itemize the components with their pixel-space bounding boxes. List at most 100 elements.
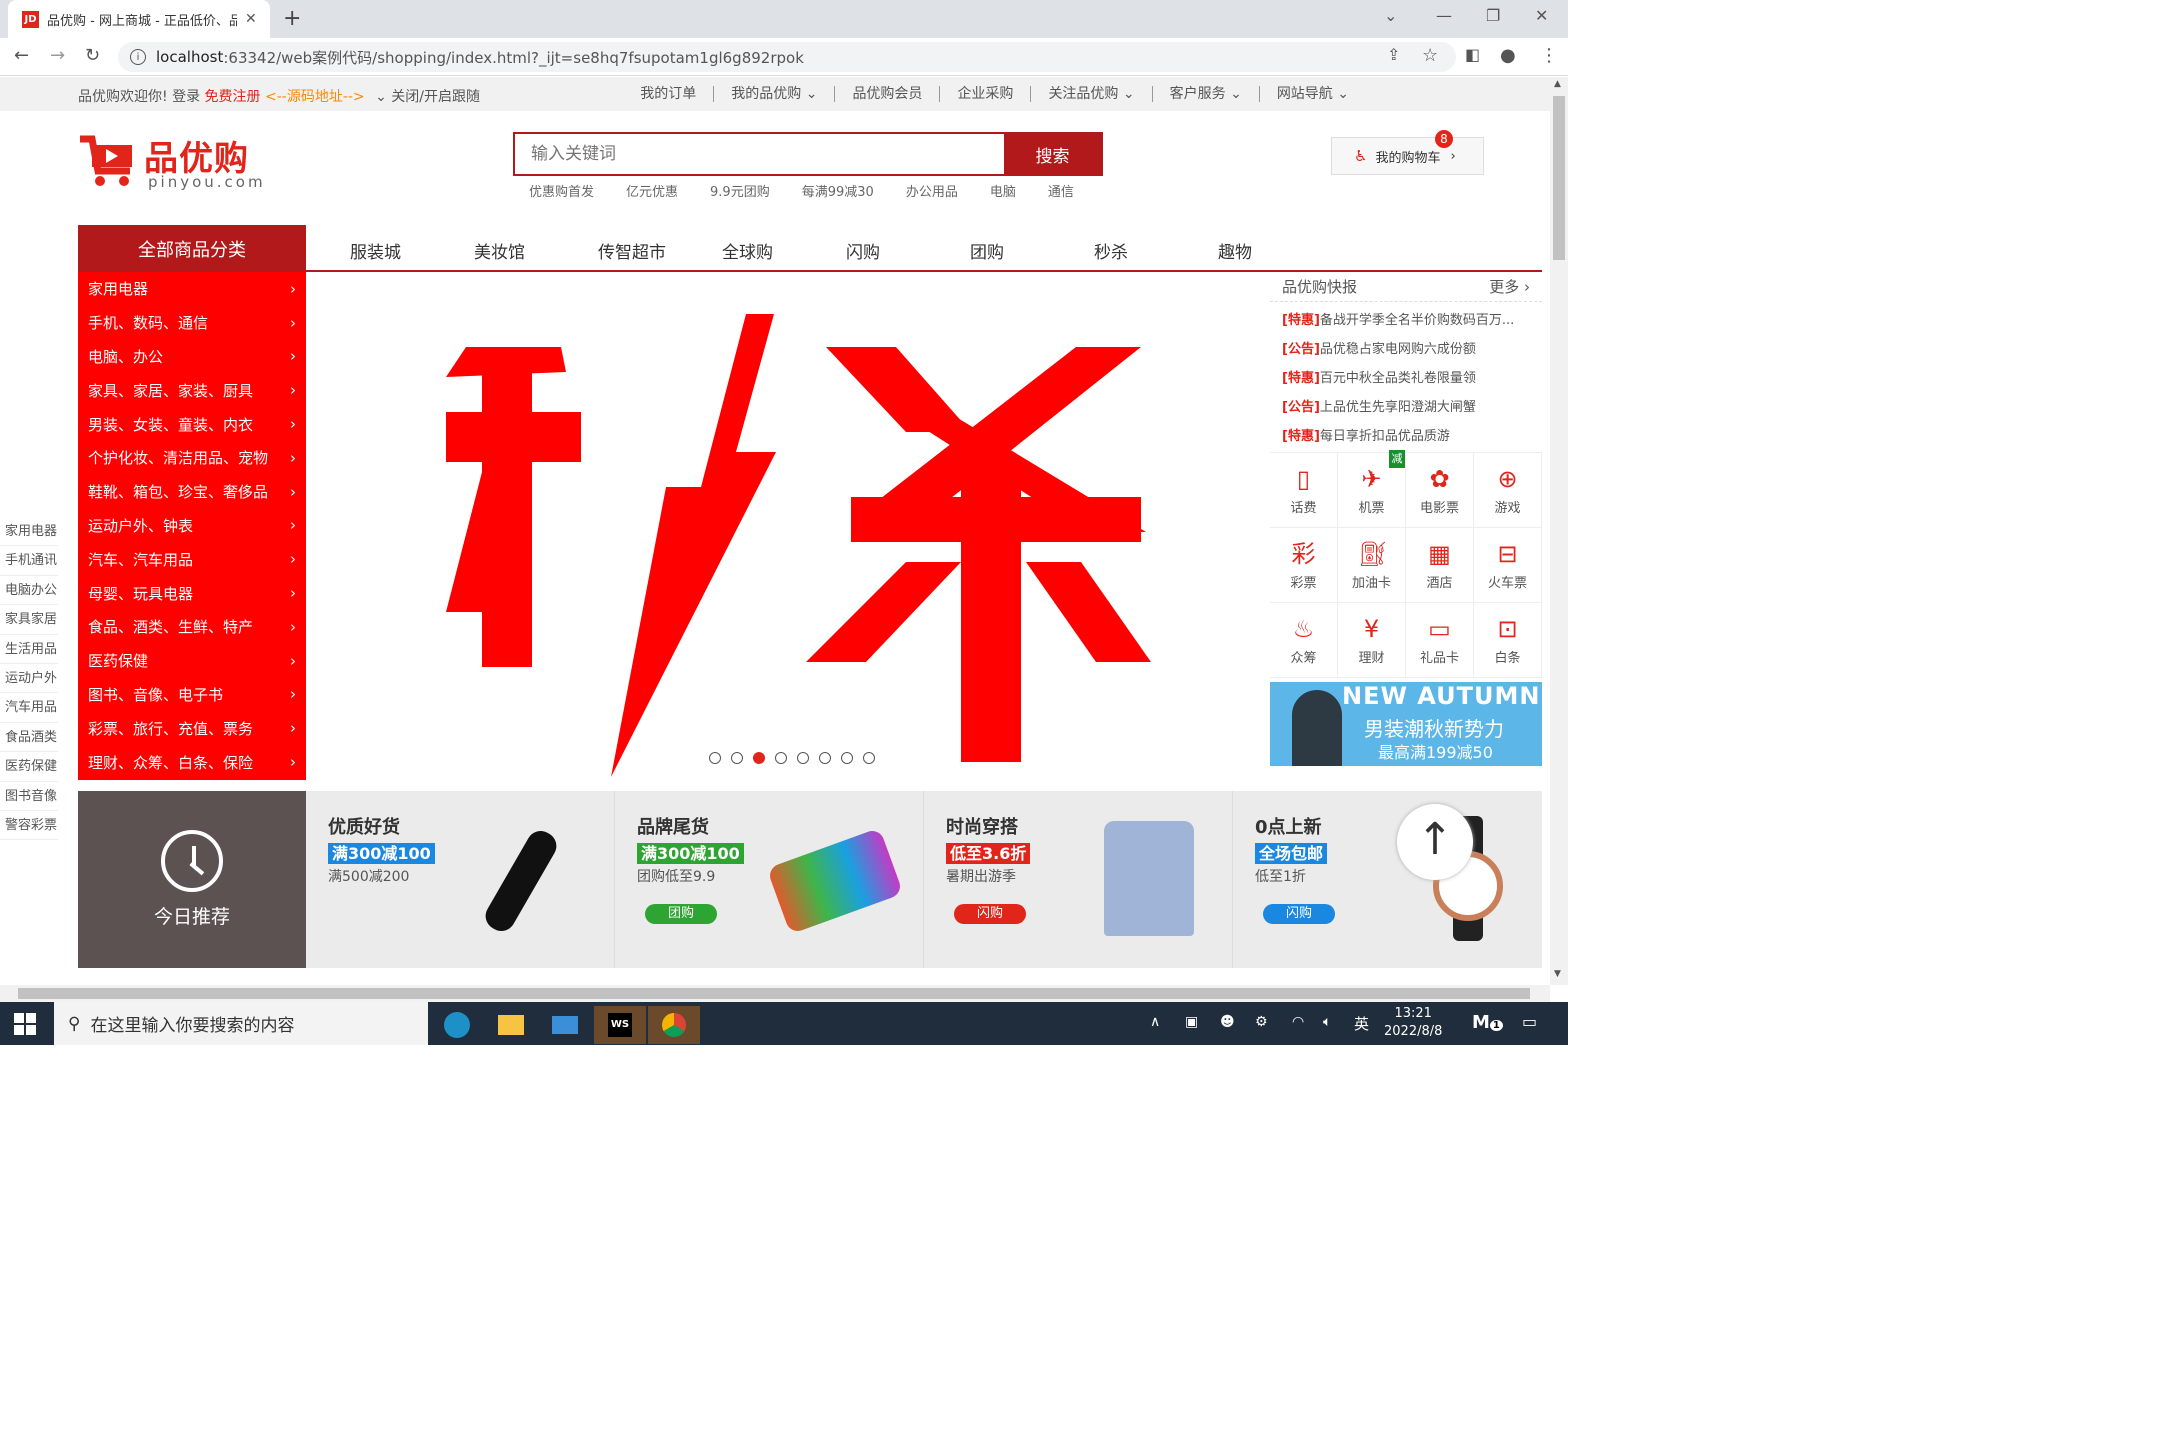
wifi-icon[interactable]: ◠ <box>1292 1014 1304 1030</box>
register-link[interactable]: 免费注册 <box>205 89 261 105</box>
recommend-item[interactable]: 优质好货 满300减100 满500减200 <box>306 791 615 968</box>
floor-nav-item[interactable]: 家用电器 <box>0 517 58 547</box>
link-follow[interactable]: 关注品优购 ⌄ <box>1030 86 1151 102</box>
category-item[interactable]: 鞋靴、箱包、珍宝、奢侈品 › <box>78 475 306 509</box>
taskbar-clock[interactable]: 13:21 2022/8/8 <box>1384 1005 1442 1041</box>
link-service[interactable]: 客户服务 ⌄ <box>1151 86 1259 102</box>
hscroll-thumb[interactable] <box>18 988 1530 999</box>
webstorm-icon[interactable]: WS <box>594 1006 646 1044</box>
recommend-button[interactable]: 闪购 <box>954 904 1026 924</box>
floor-nav-item[interactable]: 食品酒类 <box>0 723 58 753</box>
link-my-orders[interactable]: 我的订单 <box>623 86 713 102</box>
all-categories-button[interactable]: 全部商品分类 <box>78 225 306 272</box>
category-item[interactable]: 医药保健 › <box>78 644 306 678</box>
nav-item[interactable]: 闪购 <box>846 238 970 263</box>
category-item[interactable]: 个护化妆、清洁用品、宠物 › <box>78 441 306 475</box>
tab-search-icon[interactable]: ⌄ <box>1384 6 1397 25</box>
volume-icon[interactable]: 🔈︎ <box>1323 1014 1331 1030</box>
category-item[interactable]: 电脑、办公 › <box>78 340 306 374</box>
nav-item[interactable]: 服装城 <box>350 238 474 263</box>
floor-nav-item[interactable]: 警容彩票 <box>0 811 58 841</box>
windows-start-icon[interactable] <box>14 1013 36 1035</box>
minimize-icon[interactable]: — <box>1436 6 1452 25</box>
carousel-dot[interactable] <box>819 752 831 764</box>
floor-nav-item[interactable]: 电脑办公 <box>0 576 58 606</box>
life-service-item[interactable]: ✿ 电影票 <box>1406 453 1474 528</box>
new-tab-icon[interactable]: + <box>283 6 301 31</box>
scroll-down-icon[interactable]: ▼ <box>1554 969 1561 979</box>
qq-icon[interactable]: ☻ <box>1220 1014 1235 1030</box>
star-icon[interactable]: ☆ <box>1422 45 1438 66</box>
category-item[interactable]: 理财、众筹、白条、保险 › <box>78 745 306 779</box>
profile-icon[interactable]: ● <box>1500 45 1516 66</box>
vertical-scrollbar[interactable]: ▲ ▼ <box>1550 77 1568 985</box>
category-item[interactable]: 运动户外、钟表 › <box>78 509 306 543</box>
hotword[interactable]: 每满99减30 <box>802 181 874 200</box>
nav-item[interactable]: 美妆馆 <box>474 238 598 263</box>
notification-app-icon[interactable]: M1 <box>1472 1012 1503 1033</box>
cart-button[interactable]: ♿ 我的购物车 › 8 <box>1331 130 1484 175</box>
source-link[interactable]: <--源码地址--> <box>265 89 365 105</box>
hotword[interactable]: 办公用品 <box>906 181 958 200</box>
recommend-button[interactable]: 团购 <box>645 904 717 924</box>
floor-nav-item[interactable]: 手机通讯 <box>0 546 58 576</box>
floor-nav-item[interactable]: 运动户外 <box>0 664 58 694</box>
news-item[interactable]: [公告]品优稳占家电网购六成份额 <box>1282 335 1530 364</box>
news-item[interactable]: [特惠]每日享折扣品优品质游 <box>1282 422 1530 451</box>
carousel-dot[interactable] <box>775 752 787 764</box>
floor-nav-item[interactable]: 医药保健 <box>0 752 58 782</box>
follow-toggle[interactable]: 关闭/开启跟随 <box>391 89 480 105</box>
nav-item[interactable]: 传智超市 <box>598 238 722 263</box>
category-item[interactable]: 彩票、旅行、充值、票务 › <box>78 711 306 745</box>
scroll-up-icon[interactable]: ▲ <box>1554 79 1561 89</box>
floor-nav-item[interactable]: 汽车用品 <box>0 693 58 723</box>
carousel-dot[interactable] <box>863 752 875 764</box>
nav-item[interactable]: 趣物 <box>1218 238 1342 263</box>
mail-icon[interactable] <box>539 1006 591 1044</box>
floor-nav-item[interactable]: 家具家居 <box>0 605 58 635</box>
nav-item[interactable]: 团购 <box>970 238 1094 263</box>
hotword[interactable]: 优惠购首发 <box>529 181 594 200</box>
promo-ad[interactable]: NEW AUTUMN 男装潮秋新势力 最高满199减50 <box>1270 682 1542 766</box>
category-item[interactable]: 家具、家居、家装、厨具 › <box>78 373 306 407</box>
hotword[interactable]: 9.9元团购 <box>710 181 770 200</box>
recommend-item[interactable]: 品牌尾货 满300减100 团购低至9.9 团购 <box>615 791 924 968</box>
carousel-dot[interactable] <box>709 752 721 764</box>
close-window-icon[interactable]: ✕ <box>1535 6 1548 25</box>
floor-nav-item[interactable]: 图书音像 <box>0 782 58 811</box>
recommend-item[interactable]: 0点上新 全场包邮 低至1折 闪购 <box>1233 791 1542 968</box>
menu-icon[interactable]: ⋮ <box>1540 45 1558 66</box>
link-enterprise[interactable]: 企业采购 <box>939 86 1030 102</box>
category-item[interactable]: 图书、音像、电子书 › <box>78 678 306 712</box>
recommend-button[interactable]: 闪购 <box>1263 904 1335 924</box>
life-service-item[interactable]: ▯ 话费 <box>1270 453 1338 528</box>
carousel-dot[interactable] <box>797 752 809 764</box>
forward-icon[interactable]: → <box>50 45 65 66</box>
browser-tab[interactable]: JD 品优购 - 网上商城 - 正品低价、品质保障 ✕ <box>8 0 270 38</box>
life-service-item[interactable]: ▦ 酒店 <box>1406 528 1474 603</box>
action-center-icon[interactable]: ▭ <box>1522 1012 1537 1031</box>
tray-app-icon[interactable]: ▣ <box>1185 1014 1198 1030</box>
life-service-item[interactable]: ⊡ 白条 <box>1474 603 1542 678</box>
chrome-icon[interactable] <box>648 1006 700 1044</box>
category-item[interactable]: 食品、酒类、生鲜、特产 › <box>78 610 306 644</box>
life-service-item[interactable]: 彩彩票 <box>1270 528 1338 603</box>
link-my-pinyougou[interactable]: 我的品优购 ⌄ <box>713 86 834 102</box>
category-item[interactable]: 家用电器 › <box>78 272 306 306</box>
input-lang[interactable]: 英 <box>1354 1013 1369 1034</box>
focus-banner[interactable] <box>306 272 1270 780</box>
search-input[interactable] <box>515 134 1004 174</box>
taskbar-search[interactable]: ⚲ 在这里输入你要搜索的内容 <box>54 1002 428 1045</box>
hotword[interactable]: 通信 <box>1048 181 1074 200</box>
site-logo[interactable]: 品优购 pinyou.com <box>78 133 268 193</box>
category-item[interactable]: 母婴、玩具电器 › <box>78 576 306 610</box>
search-button[interactable]: 搜索 <box>1004 134 1101 174</box>
login-link[interactable]: 登录 <box>172 89 200 105</box>
life-service-item[interactable]: ♨ 众筹 <box>1270 603 1338 678</box>
tray-chevron-icon[interactable]: ∧ <box>1150 1014 1160 1030</box>
sidepanel-icon[interactable]: ◧ <box>1465 45 1480 64</box>
close-tab-icon[interactable]: ✕ <box>245 11 257 27</box>
share-icon[interactable]: ⇪ <box>1387 45 1400 64</box>
news-item[interactable]: [特惠]百元中秋全品类礼卷限量领 <box>1282 364 1530 393</box>
life-service-item[interactable]: ¥ 理财 <box>1338 603 1406 678</box>
